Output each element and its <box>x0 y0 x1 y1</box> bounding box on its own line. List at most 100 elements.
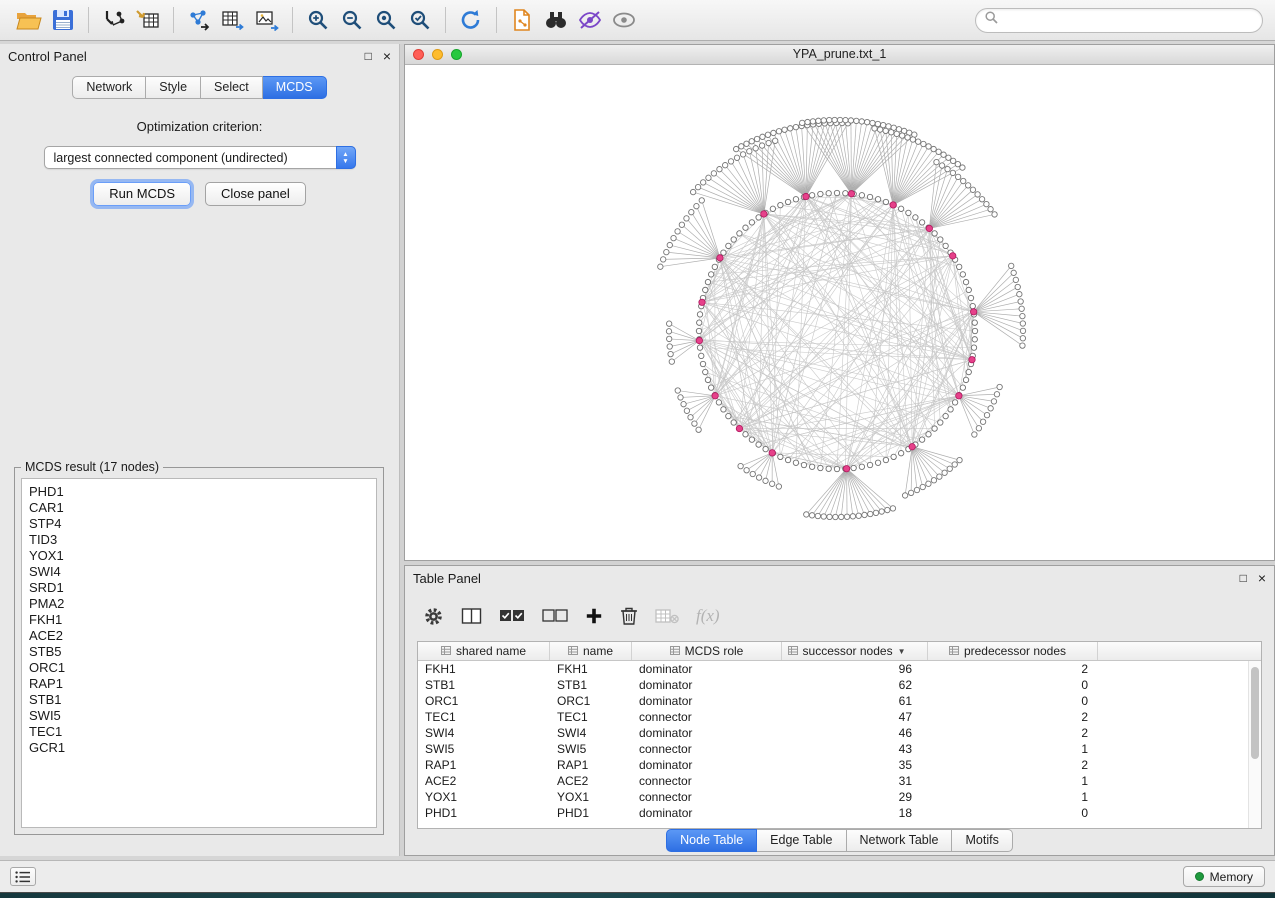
zoom-fit-icon[interactable] <box>369 4 403 36</box>
column-header-predecessor-nodes[interactable]: predecessor nodes <box>928 642 1098 660</box>
result-item[interactable]: PMA2 <box>29 596 376 612</box>
function-builder-icon: f(x) <box>696 606 720 626</box>
toggle-graphics-icon[interactable] <box>607 4 641 36</box>
deselect-all-rows-icon[interactable] <box>542 608 568 624</box>
table-row[interactable]: STB1STB1dominator620 <box>418 677 1261 693</box>
cell-successors: 29 <box>782 790 928 804</box>
result-item[interactable]: YOX1 <box>29 548 376 564</box>
result-item[interactable]: ACE2 <box>29 628 376 644</box>
result-item[interactable]: SWI5 <box>29 708 376 724</box>
refresh-icon[interactable] <box>454 4 488 36</box>
table-row[interactable]: SWI4SWI4dominator462 <box>418 725 1261 741</box>
column-header-MCDS-role[interactable]: MCDS role <box>632 642 782 660</box>
hide-selected-icon[interactable] <box>573 4 607 36</box>
tab-mcds[interactable]: MCDS <box>263 76 327 99</box>
add-column-icon[interactable] <box>585 607 603 625</box>
cell-shared_name: RAP1 <box>418 758 550 772</box>
column-header-shared-name[interactable]: shared name <box>418 642 550 660</box>
table-row[interactable]: RAP1RAP1dominator352 <box>418 757 1261 773</box>
result-item[interactable]: RAP1 <box>29 676 376 692</box>
table-row[interactable]: ORC1ORC1dominator610 <box>418 693 1261 709</box>
memory-button[interactable]: Memory <box>1183 866 1265 887</box>
network-graph[interactable] <box>405 65 1274 560</box>
result-item[interactable]: TEC1 <box>29 724 376 740</box>
result-item[interactable]: CAR1 <box>29 500 376 516</box>
network-title: YPA_prune.txt_1 <box>793 47 887 61</box>
table-scrollbar-thumb[interactable] <box>1251 667 1259 759</box>
cell-name: RAP1 <box>550 758 632 772</box>
table-row[interactable]: ACE2ACE2connector311 <box>418 773 1261 789</box>
result-item[interactable]: SWI4 <box>29 564 376 580</box>
mcds-result-list[interactable]: PHD1CAR1STP4TID3YOX1SWI4SRD1PMA2FKH1ACE2… <box>21 478 377 828</box>
first-neighbors-icon[interactable] <box>539 4 573 36</box>
import-network-icon[interactable] <box>97 4 131 36</box>
result-item[interactable]: ORC1 <box>29 660 376 676</box>
share-document-icon[interactable] <box>505 4 539 36</box>
panel-menu-button[interactable] <box>10 867 36 886</box>
column-header-name[interactable]: name <box>550 642 632 660</box>
zoom-in-icon[interactable] <box>301 4 335 36</box>
result-item[interactable]: STB1 <box>29 692 376 708</box>
tab-edge-table[interactable]: Edge Table <box>757 829 846 852</box>
float-panel-icon[interactable]: □ <box>365 50 372 62</box>
table-row[interactable]: FKH1FKH1dominator962 <box>418 661 1261 677</box>
export-table-icon[interactable] <box>216 4 250 36</box>
table-row[interactable]: YOX1YOX1connector291 <box>418 789 1261 805</box>
import-table-icon[interactable] <box>131 4 165 36</box>
run-mcds-button[interactable]: Run MCDS <box>93 182 191 206</box>
close-window-icon[interactable] <box>413 49 424 60</box>
table-scrollbar[interactable] <box>1248 661 1261 828</box>
table-row[interactable]: TEC1TEC1connector472 <box>418 709 1261 725</box>
node-table-header: shared namenameMCDS rolesuccessor nodes▼… <box>418 642 1261 661</box>
table-panel-header: Table Panel □ × <box>405 566 1274 590</box>
cell-name: YOX1 <box>550 790 632 804</box>
criterion-dropdown[interactable]: largest connected component (undirected)… <box>44 146 356 169</box>
show-columns-icon[interactable] <box>461 607 482 625</box>
float-table-panel-icon[interactable]: □ <box>1240 572 1247 584</box>
result-item[interactable]: STP4 <box>29 516 376 532</box>
export-network-icon[interactable] <box>182 4 216 36</box>
table-row[interactable]: PHD1PHD1dominator180 <box>418 805 1261 821</box>
network-titlebar[interactable]: YPA_prune.txt_1 <box>405 45 1274 65</box>
cell-role: dominator <box>632 678 782 692</box>
close-panel-icon[interactable]: × <box>383 49 391 63</box>
zoom-out-icon[interactable] <box>335 4 369 36</box>
app-window: Control Panel □ × NetworkStyleSelectMCDS… <box>0 0 1275 893</box>
result-item[interactable]: GCR1 <box>29 740 376 756</box>
select-all-rows-icon[interactable] <box>499 608 525 624</box>
cell-predecessors: 2 <box>928 710 1098 724</box>
table-panel: Table Panel □ × <box>404 565 1275 856</box>
cell-role: dominator <box>632 662 782 676</box>
close-table-panel-icon[interactable]: × <box>1258 571 1266 585</box>
tab-select[interactable]: Select <box>201 76 263 99</box>
open-folder-icon[interactable] <box>12 4 46 36</box>
table-tabs: Node TableEdge TableNetwork TableMotifs <box>405 829 1274 852</box>
result-item[interactable]: SRD1 <box>29 580 376 596</box>
save-icon[interactable] <box>46 4 80 36</box>
tab-node-table[interactable]: Node Table <box>666 829 757 852</box>
tab-motifs[interactable]: Motifs <box>952 829 1012 852</box>
table-settings-gear-icon[interactable] <box>423 606 444 627</box>
chevron-down-icon: ▼ <box>898 647 906 656</box>
memory-status-icon <box>1195 872 1204 881</box>
tab-network[interactable]: Network <box>72 76 146 99</box>
memory-label: Memory <box>1210 870 1253 884</box>
close-panel-button[interactable]: Close panel <box>205 182 306 206</box>
maximize-window-icon[interactable] <box>451 49 462 60</box>
tab-style[interactable]: Style <box>146 76 201 99</box>
zoom-selected-icon[interactable] <box>403 4 437 36</box>
table-row[interactable]: SWI5SWI5connector431 <box>418 741 1261 757</box>
result-item[interactable]: PHD1 <box>29 484 376 500</box>
cell-predecessors: 0 <box>928 678 1098 692</box>
result-item[interactable]: TID3 <box>29 532 376 548</box>
search-input[interactable] <box>1004 13 1253 27</box>
result-item[interactable]: STB5 <box>29 644 376 660</box>
export-image-icon[interactable] <box>250 4 284 36</box>
cell-name: FKH1 <box>550 662 632 676</box>
column-header-successor-nodes[interactable]: successor nodes▼ <box>782 642 928 660</box>
result-item[interactable]: FKH1 <box>29 612 376 628</box>
table-sort-icon <box>788 644 798 658</box>
minimize-window-icon[interactable] <box>432 49 443 60</box>
delete-column-icon[interactable] <box>620 606 638 626</box>
tab-network-table[interactable]: Network Table <box>847 829 953 852</box>
